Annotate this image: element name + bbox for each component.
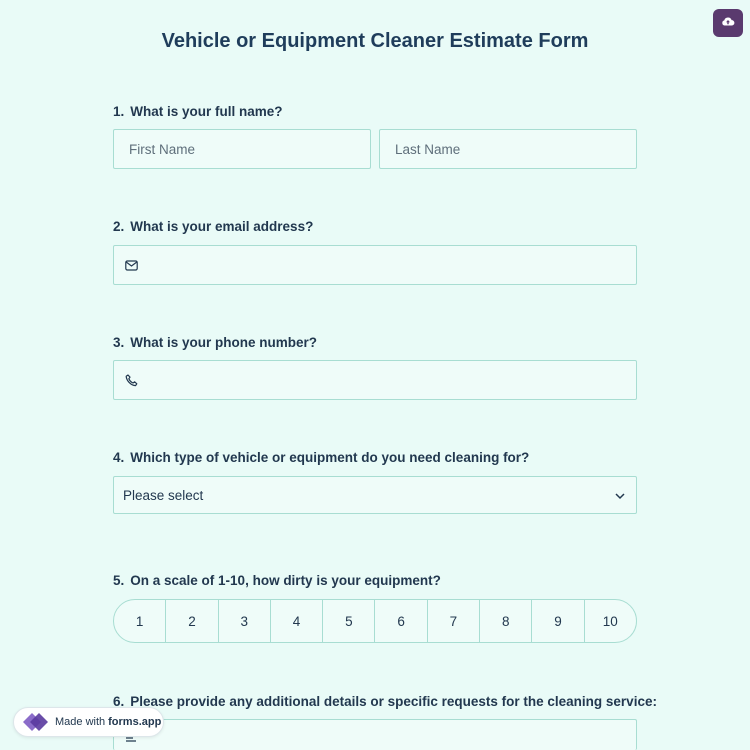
- scale-option-7[interactable]: 7: [428, 600, 481, 642]
- badge-prefix: Made with: [55, 716, 106, 728]
- scale-option-2[interactable]: 2: [166, 600, 219, 642]
- vehicle-type-selected-value: Please select: [123, 487, 204, 503]
- question-text: What is your phone number?: [130, 335, 318, 350]
- question-text: Please provide any additional details or…: [130, 694, 657, 709]
- forms-app-logo-icon: [20, 710, 50, 734]
- question-1-label: 1. What is your full name?: [113, 104, 283, 119]
- vehicle-type-select[interactable]: Please select: [113, 476, 637, 514]
- first-name-placeholder: First Name: [129, 141, 196, 157]
- phone-icon: [125, 373, 139, 387]
- question-number: 4.: [113, 450, 125, 465]
- question-number: 3.: [113, 335, 125, 350]
- badge-brand: forms.app: [108, 716, 162, 728]
- dirtiness-rating-scale: 1 2 3 4 5 6 7 8 9 10: [113, 599, 637, 643]
- scale-option-1[interactable]: 1: [114, 600, 167, 642]
- scale-option-5[interactable]: 5: [323, 600, 376, 642]
- question-5-label: 5. On a scale of 1-10, how dirty is your …: [113, 573, 441, 588]
- details-textarea[interactable]: [113, 719, 637, 750]
- last-name-placeholder: Last Name: [395, 141, 461, 157]
- question-4-label: 4. Which type of vehicle or equipment do …: [113, 450, 529, 465]
- chevron-down-icon: [614, 488, 626, 503]
- email-field[interactable]: [113, 245, 637, 285]
- question-3-label: 3. What is your phone number?: [113, 335, 317, 350]
- question-number: 2.: [113, 219, 125, 234]
- question-number: 1.: [113, 104, 125, 119]
- question-number: 5.: [113, 573, 125, 588]
- envelope-icon: [125, 258, 139, 272]
- scale-option-3[interactable]: 3: [219, 600, 271, 642]
- scale-option-6[interactable]: 6: [375, 600, 428, 642]
- question-6-label: 6. Please provide any additional details …: [113, 694, 657, 709]
- question-text: Which type of vehicle or equipment do yo…: [130, 450, 530, 465]
- question-text: What is your email address?: [130, 219, 314, 234]
- question-2-label: 2. What is your email address?: [113, 219, 313, 234]
- scale-option-10[interactable]: 10: [585, 600, 636, 642]
- question-text: On a scale of 1-10, how dirty is your eq…: [130, 573, 441, 588]
- scale-option-9[interactable]: 9: [532, 600, 585, 642]
- scale-option-8[interactable]: 8: [480, 600, 533, 642]
- form-title: Vehicle or Equipment Cleaner Estimate Fo…: [161, 30, 589, 52]
- first-name-input[interactable]: First Name: [113, 129, 371, 169]
- question-text: What is your full name?: [130, 104, 283, 119]
- phone-field[interactable]: [113, 360, 637, 400]
- made-with-badge[interactable]: Made with forms.app: [13, 707, 164, 737]
- last-name-input[interactable]: Last Name: [379, 129, 637, 169]
- scale-option-4[interactable]: 4: [271, 600, 324, 642]
